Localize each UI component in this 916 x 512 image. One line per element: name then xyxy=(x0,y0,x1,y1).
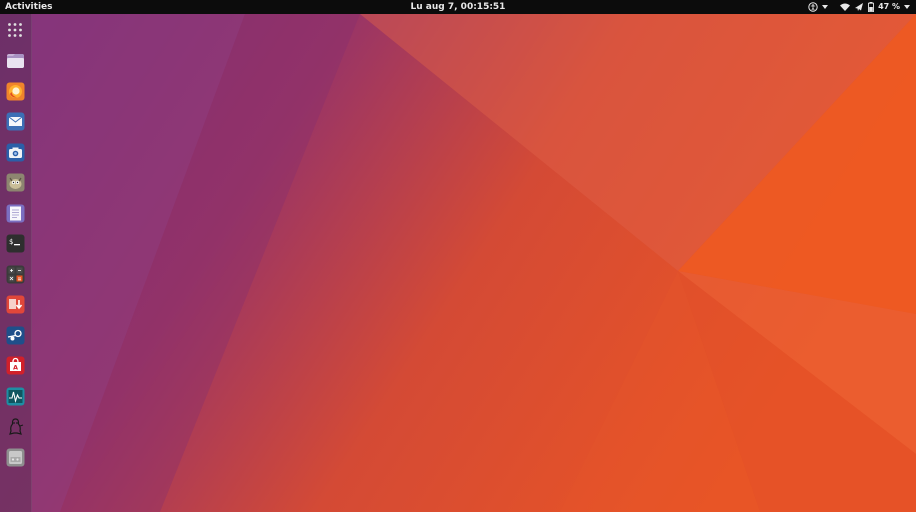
dock: $ A xyxy=(0,14,32,512)
wifi-icon[interactable] xyxy=(840,0,851,14)
terminal-icon[interactable]: $ xyxy=(5,233,25,253)
wallpaper-art xyxy=(0,14,916,512)
files-icon[interactable] xyxy=(5,50,25,70)
svg-text:$: $ xyxy=(9,238,13,246)
tux-icon[interactable] xyxy=(5,416,25,436)
chevron-down-icon[interactable] xyxy=(822,0,829,14)
installer-icon[interactable]: A xyxy=(5,355,25,375)
mail-icon[interactable] xyxy=(5,111,25,131)
disks-icon[interactable] xyxy=(5,447,25,467)
calculator-icon[interactable] xyxy=(5,264,25,284)
system-monitor-icon[interactable] xyxy=(5,386,25,406)
app-grid-icon[interactable] xyxy=(5,20,25,40)
gimp-icon[interactable] xyxy=(5,172,25,192)
airplane-icon[interactable] xyxy=(854,0,864,14)
screenshot-icon[interactable] xyxy=(5,142,25,162)
software-updater-icon[interactable] xyxy=(5,294,25,314)
desktop-wallpaper xyxy=(0,14,916,512)
clock[interactable]: Lu aug 7, 00:15:51 xyxy=(0,0,916,14)
system-tray[interactable]: 47 % xyxy=(808,0,910,14)
text-editor-icon[interactable] xyxy=(5,203,25,223)
svg-text:A: A xyxy=(13,363,18,371)
top-bar: Activities Lu aug 7, 00:15:51 47 % xyxy=(0,0,916,14)
firefox-icon[interactable] xyxy=(5,81,25,101)
battery-percent[interactable]: 47 % xyxy=(878,0,900,14)
battery-icon[interactable] xyxy=(868,0,875,14)
steam-icon[interactable] xyxy=(5,325,25,345)
system-menu-chevron-icon[interactable] xyxy=(904,0,910,14)
accessibility-icon[interactable] xyxy=(808,0,818,14)
